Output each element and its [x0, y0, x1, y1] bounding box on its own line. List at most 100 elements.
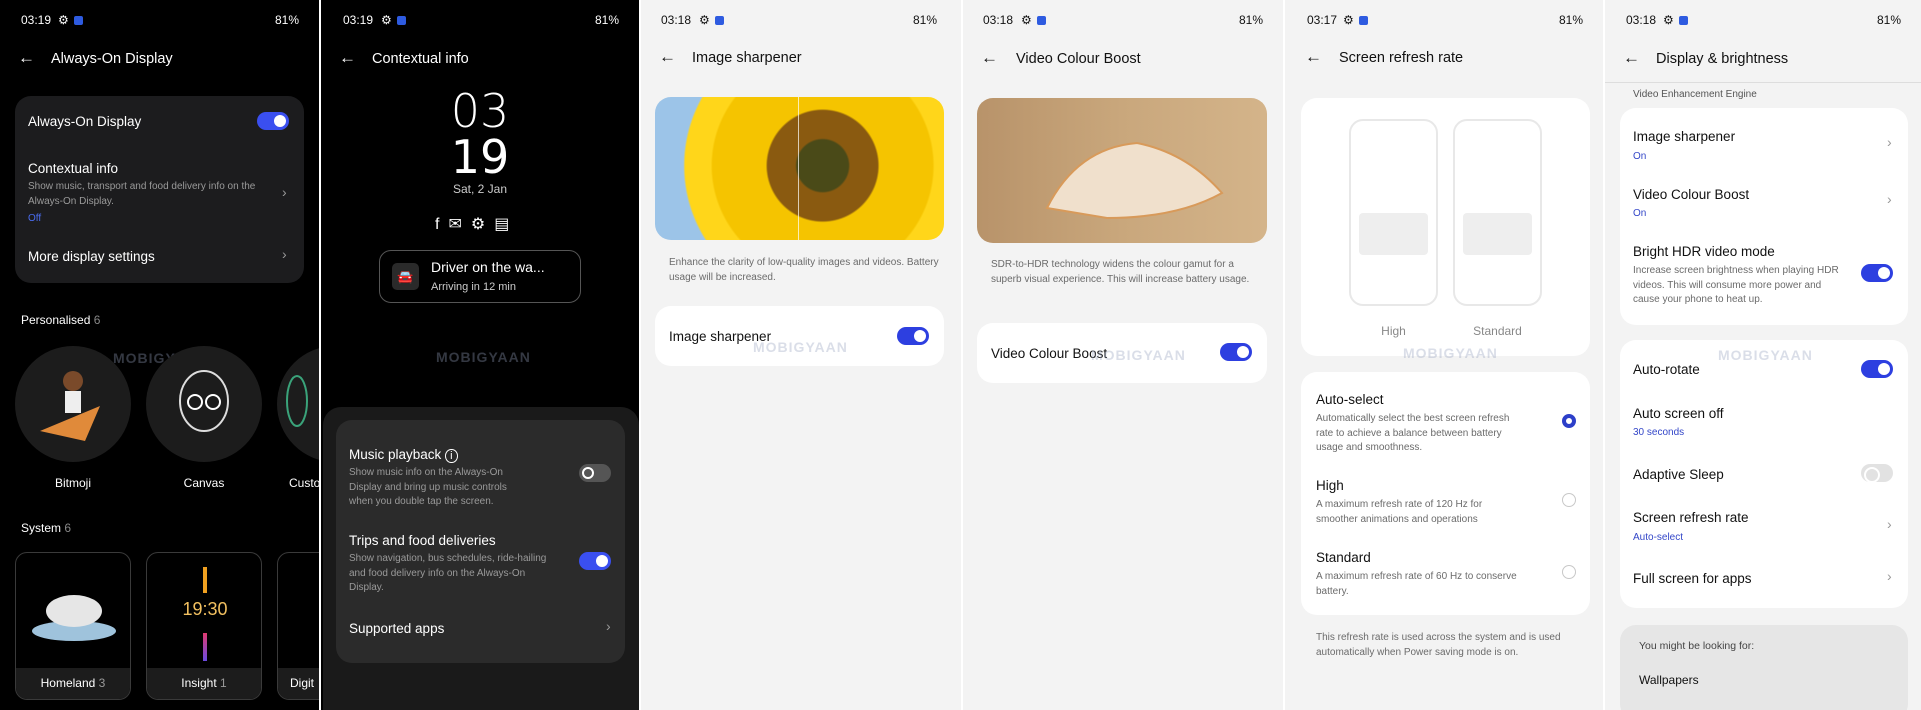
image-sharpener-toggle[interactable]	[897, 327, 929, 345]
status-time: 03:19	[21, 13, 52, 27]
clock-minute: 19	[450, 130, 510, 184]
battery-level: 81%	[274, 13, 299, 27]
image-sharpener-screen: 03:18 ⚙ 81% ← Image sharpener Enhance th…	[641, 0, 961, 710]
back-arrow-icon[interactable]: ←	[339, 48, 356, 68]
wallpapers-link[interactable]: Wallpapers	[1639, 673, 1699, 687]
battery-level: 81%	[1876, 13, 1901, 27]
leaf-icon	[286, 375, 308, 427]
comparison-divider	[798, 97, 799, 240]
status-icons: ⚙	[1343, 13, 1368, 27]
more-display-settings-label: More display settings	[28, 249, 155, 264]
watermark: MOBIGYAAN	[1403, 345, 1498, 361]
back-arrow-icon[interactable]: ←	[1623, 48, 1640, 68]
status-icons: ⚙	[58, 13, 83, 27]
status-icons: ⚙	[1021, 13, 1046, 27]
bright-hdr-label: Bright HDR video mode	[1633, 244, 1775, 259]
back-arrow-icon[interactable]: ←	[981, 48, 998, 68]
header-divider	[1605, 82, 1921, 83]
page-title: Display & brightness	[1656, 51, 1789, 67]
facebook-icon: f	[435, 216, 449, 233]
back-arrow-icon[interactable]: ←	[659, 47, 676, 67]
aod-screen: 03:19 ⚙ 81% ← Always-On Display Always-O…	[0, 0, 319, 710]
radio-unselected[interactable]	[1562, 493, 1576, 507]
status-icons: ⚙	[699, 13, 724, 27]
contextual-info-desc: Show music, transport and food delivery …	[28, 181, 256, 207]
bitmoji-style[interactable]	[15, 346, 131, 462]
back-arrow-icon[interactable]: ←	[1305, 47, 1322, 67]
trips-desc: Show navigation, bus schedules, ride-hai…	[349, 553, 547, 593]
face-drawing-icon	[179, 370, 229, 432]
display-brightness-screen: 03:18 ⚙ 81% ← Display & brightness Video…	[1605, 0, 1921, 710]
status-time: 03:19	[343, 13, 374, 27]
sunflower-preview-image	[655, 97, 944, 240]
battery-level: 81%	[912, 13, 937, 27]
trips-label: Trips and food deliveries	[349, 533, 496, 548]
car-icon: 🚘	[392, 263, 419, 290]
music-playback-label: Music playback i	[349, 447, 458, 463]
feature-desc: SDR-to-HDR technology widens the colour …	[991, 259, 1250, 285]
suggestions-card	[1620, 625, 1908, 710]
chevron-right-icon: ›	[1887, 568, 1892, 584]
battery-level: 81%	[594, 13, 619, 27]
phone-preview-standard	[1453, 119, 1542, 306]
page-title: Screen refresh rate	[1339, 50, 1464, 66]
page-title: Always-On Display	[51, 51, 173, 67]
bright-hdr-toggle[interactable]	[1861, 264, 1893, 282]
radio-unselected[interactable]	[1562, 565, 1576, 579]
clock-date: Sat, 2 Jan	[452, 182, 508, 196]
battery-level: 81%	[1238, 13, 1263, 27]
music-playback-desc: Show music info on the Always-On Display…	[349, 467, 507, 507]
info-icon: i	[445, 449, 458, 463]
adaptive-sleep-toggle[interactable]	[1861, 464, 1893, 483]
chevron-right-icon: ›	[1887, 516, 1892, 532]
section-personalised: Personalised 6	[21, 313, 101, 327]
chevron-right-icon: ›	[282, 184, 287, 200]
page-title: Image sharpener	[692, 50, 802, 66]
homeland-tile[interactable]: Homeland 3	[15, 552, 131, 700]
video-colour-boost-label: Video Colour Boost	[991, 346, 1108, 361]
custom-style[interactable]	[277, 346, 319, 462]
refresh-preview-card	[1301, 98, 1590, 356]
aod-toggle[interactable]	[257, 112, 289, 130]
trip-notification[interactable]: 🚘 Driver on the wa... Arriving in 12 min	[379, 250, 581, 303]
style-label: Custo	[289, 476, 319, 490]
battery-level: 81%	[1558, 13, 1583, 27]
suggestions-header: You might be looking for:	[1639, 640, 1755, 652]
radio-selected[interactable]	[1562, 414, 1576, 428]
adaptive-sleep-label: Adaptive Sleep	[1633, 467, 1724, 482]
feature-desc: Enhance the clarity of low-quality image…	[669, 257, 939, 283]
supported-apps-label: Supported apps	[349, 621, 445, 636]
canvas-style[interactable]	[146, 346, 262, 462]
mail-icon: ✉	[448, 216, 471, 233]
preview-label-standard: Standard	[1473, 324, 1522, 338]
bitmoji-avatar-icon	[40, 371, 100, 441]
status-icons: ⚙	[381, 13, 406, 27]
chevron-right-icon: ›	[1887, 191, 1892, 207]
status-time: 03:18	[661, 13, 692, 27]
status-time: 03:17	[1307, 13, 1338, 27]
contextual-info-label: Contextual info	[28, 161, 119, 176]
style-label: Canvas	[183, 476, 225, 490]
auto-rotate-toggle[interactable]	[1861, 360, 1893, 378]
watermark: MOBIGYAAN	[753, 339, 848, 355]
bright-hdr-desc: Increase screen brightness when playing …	[1633, 265, 1839, 305]
status-time: 03:18	[1626, 13, 1657, 27]
page-title: Video Colour Boost	[1016, 51, 1141, 67]
page-title: Contextual info	[372, 51, 469, 67]
digital-tile[interactable]: Digit	[277, 552, 319, 700]
style-label: Bitmoji	[54, 476, 91, 490]
trips-toggle[interactable]	[579, 552, 611, 570]
section-system: System 6	[21, 521, 72, 535]
video-colour-boost-toggle[interactable]	[1220, 343, 1252, 361]
music-playback-toggle[interactable]	[579, 464, 611, 482]
message-icon: ▤	[494, 216, 519, 233]
back-arrow-icon[interactable]: ←	[18, 48, 35, 68]
chevron-right-icon: ›	[1887, 134, 1892, 150]
settings-icon: ⚙	[470, 216, 495, 233]
phone-preview-high	[1349, 119, 1438, 306]
polar-bear-icon	[32, 595, 116, 641]
notification-icons: f✉⚙▤	[435, 214, 518, 234]
insight-tile[interactable]: 19:30 Insight 1	[146, 552, 262, 700]
chevron-right-icon: ›	[282, 246, 287, 262]
clock-preview: 19:30	[182, 599, 228, 619]
